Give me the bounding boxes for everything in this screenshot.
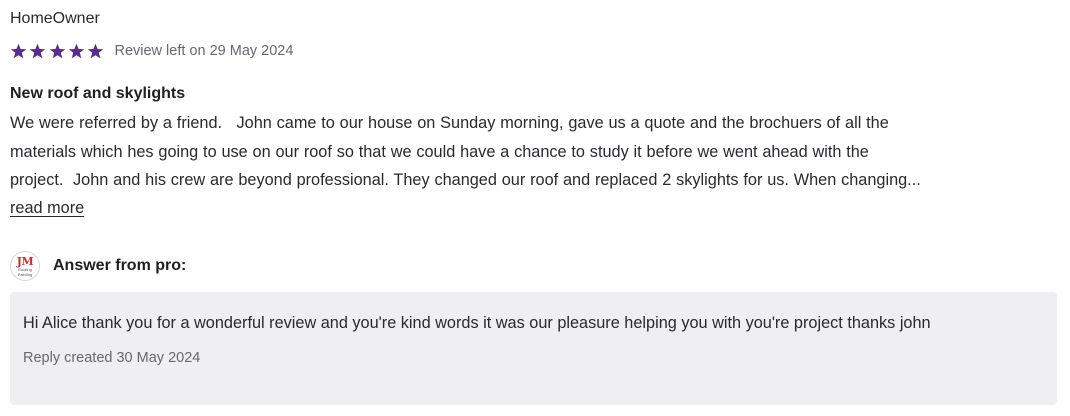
star-icon	[87, 43, 104, 60]
review-body-line: materials which hes going to use on our …	[10, 142, 869, 161]
pro-logo: JM Roofing Painting	[10, 251, 40, 281]
star-rating	[10, 43, 106, 60]
star-icon	[68, 43, 85, 60]
review-date: Review left on 29 May 2024	[114, 43, 294, 59]
star-icon	[29, 43, 46, 60]
read-more-link[interactable]: read more	[10, 198, 84, 218]
star-icon	[10, 43, 27, 60]
star-icon	[49, 43, 66, 60]
reviewer-name: HomeOwner	[10, 10, 100, 27]
pro-reply-text: Hi Alice thank you for a wonderful revie…	[23, 314, 931, 332]
pro-reply-date: Reply created 30 May 2024	[23, 349, 201, 366]
pro-answer-header: JM Roofing Painting Answer from pro:	[10, 250, 186, 282]
pro-reply-box: Hi Alice thank you for a wonderful revie…	[10, 292, 1057, 405]
review-body-line: We were referred by a friend. John came …	[10, 114, 889, 132]
pro-logo-text: JM	[16, 255, 34, 268]
rating-row: Review left on 29 May 2024	[10, 41, 293, 61]
pro-logo-subtext: Roofing Painting	[17, 267, 33, 277]
review-title: New roof and skylights	[10, 85, 186, 102]
pro-answer-label: Answer from pro:	[53, 257, 187, 274]
review-body: We were referred by a friend. John came …	[10, 109, 1058, 195]
review-body-line: project. John and his crew are beyond pr…	[10, 171, 921, 190]
